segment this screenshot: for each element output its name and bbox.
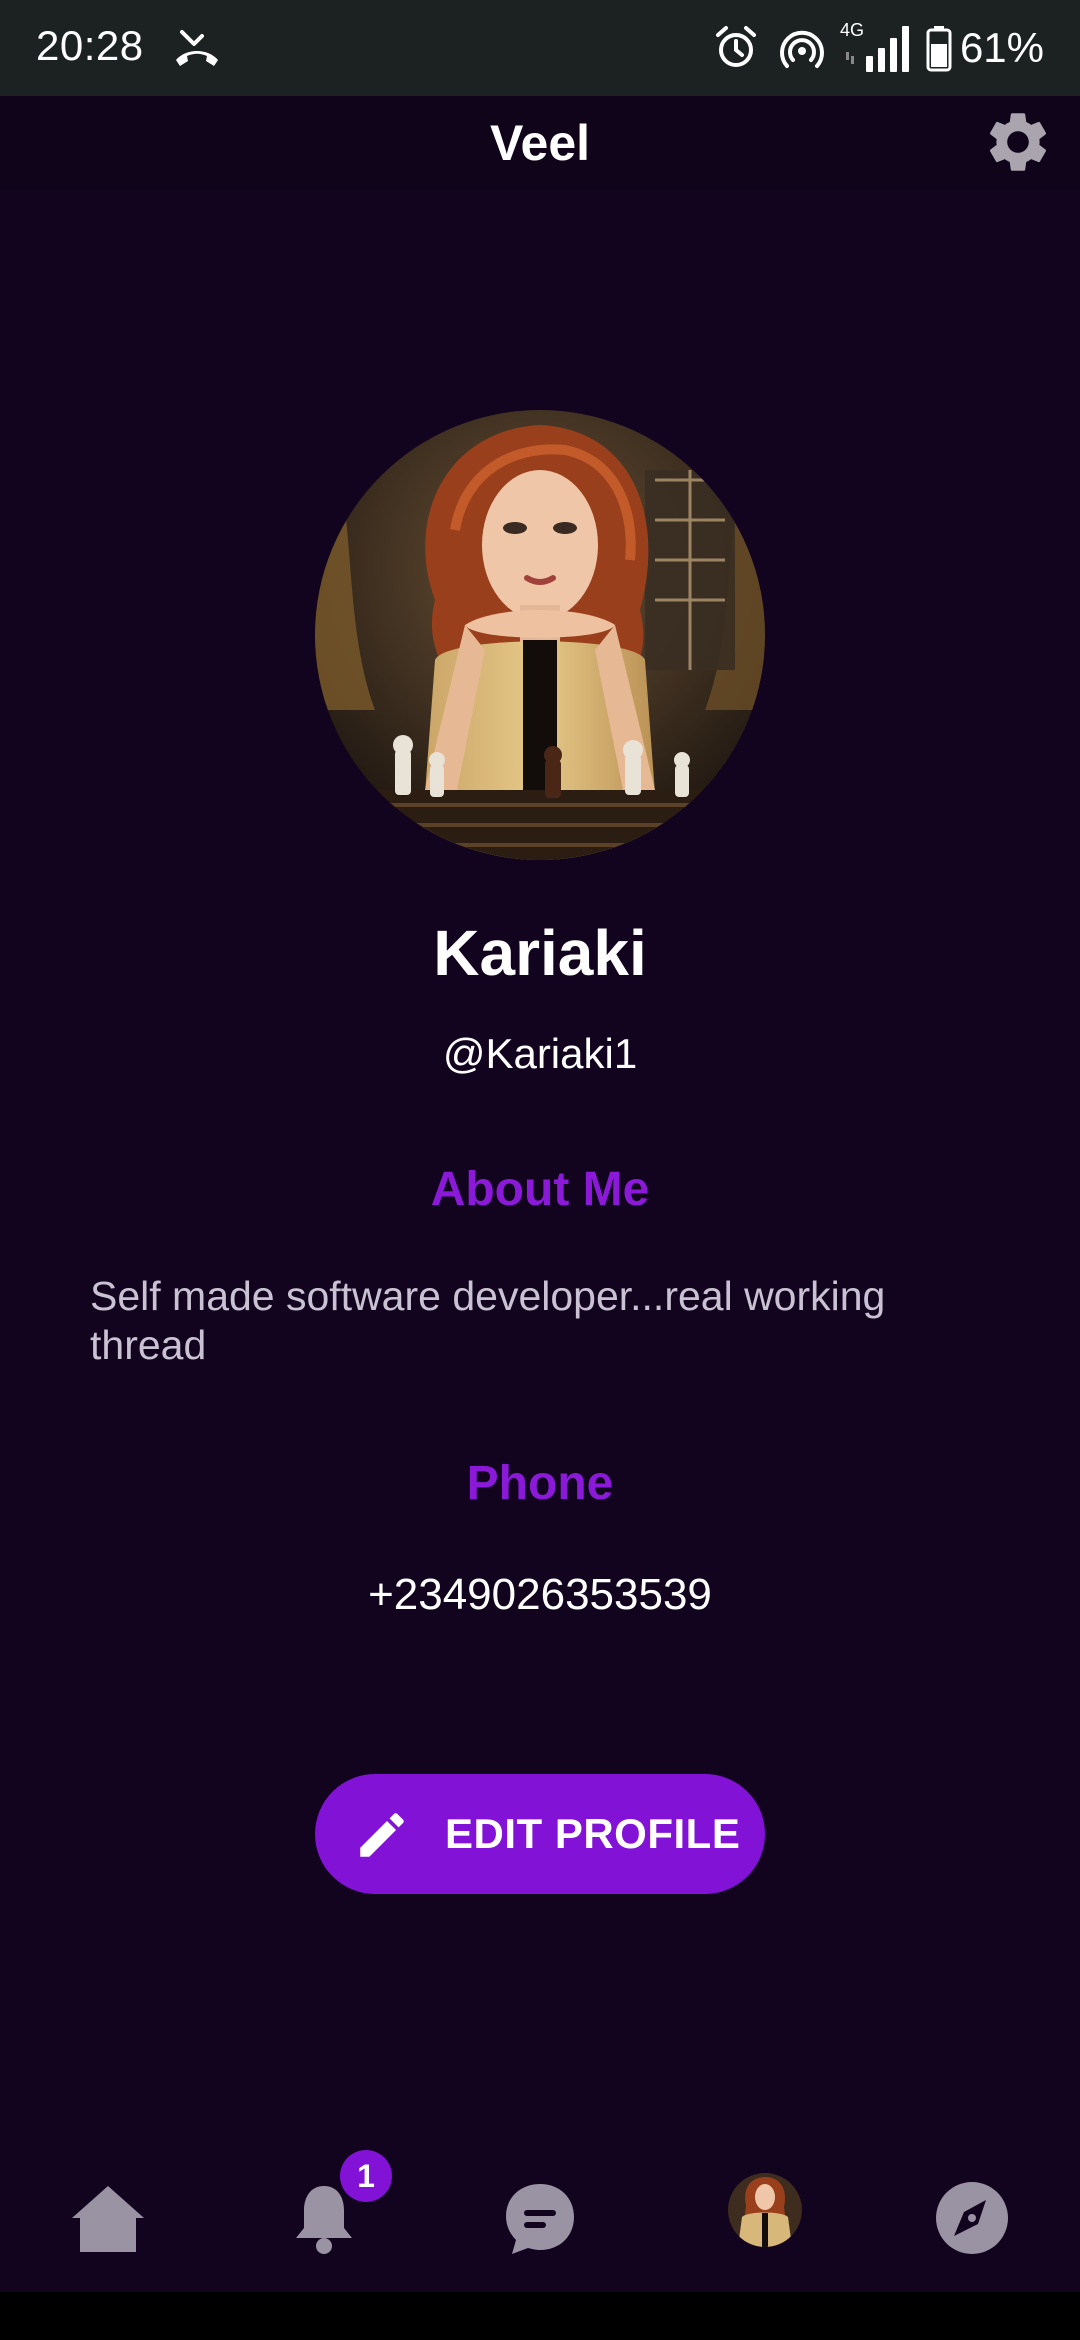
hotspot-icon bbox=[779, 30, 824, 68]
profile-avatar[interactable] bbox=[315, 410, 765, 860]
app-title: Veel bbox=[489, 115, 591, 171]
signal-icon: 4G bbox=[840, 20, 912, 76]
profile-screen: 20:28 4G 61% Veel Kariaki @Kariaki1 Abou… bbox=[0, 0, 1080, 2340]
edit-profile-button[interactable]: EDIT PROFILE bbox=[315, 1774, 765, 1894]
about-heading: About Me bbox=[430, 1163, 650, 1216]
phone-number: +2349026353539 bbox=[368, 1570, 712, 1619]
nav-profile-avatar[interactable] bbox=[728, 2173, 802, 2247]
system-nav-bar bbox=[0, 2292, 1080, 2340]
nav-chat[interactable] bbox=[492, 2170, 588, 2266]
nav-home[interactable] bbox=[60, 2170, 156, 2266]
settings-button[interactable] bbox=[982, 106, 1054, 178]
alarm-icon bbox=[715, 26, 756, 67]
pencil-icon bbox=[360, 1813, 404, 1857]
battery-icon bbox=[926, 26, 952, 72]
phone-heading: Phone bbox=[466, 1457, 614, 1510]
notification-badge: 1 bbox=[340, 2150, 392, 2202]
edit-profile-label: EDIT PROFILE bbox=[445, 1810, 741, 1857]
gear-icon bbox=[989, 113, 1047, 171]
chat-icon bbox=[506, 2184, 574, 2254]
home-icon bbox=[72, 2186, 144, 2252]
compass-icon bbox=[936, 2182, 1008, 2254]
status-bar: 20:28 4G 61% bbox=[0, 0, 1080, 96]
nav-explore[interactable] bbox=[924, 2170, 1020, 2266]
bottom-nav: 1 bbox=[0, 2140, 1080, 2292]
profile-handle: @Kariaki1 bbox=[442, 1030, 638, 1077]
battery-percent: 61% bbox=[959, 24, 1044, 71]
status-icons: 4G 61% bbox=[712, 18, 1044, 78]
about-text: Self made software developer...real work… bbox=[90, 1273, 886, 1368]
app-bar: Veel bbox=[0, 96, 1080, 190]
missed-call-icon bbox=[172, 26, 222, 70]
status-time: 20:28 bbox=[36, 22, 144, 69]
profile-name: Kariaki bbox=[433, 917, 647, 989]
